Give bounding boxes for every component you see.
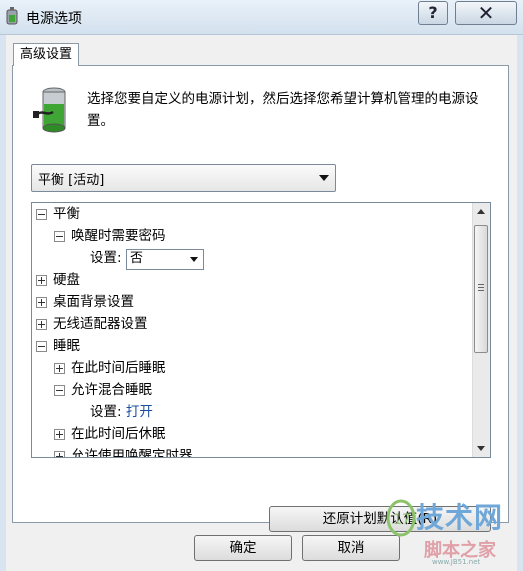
tree-item-password-setting: 设置: 否 (90, 247, 230, 270)
close-button[interactable]: ✕ (455, 1, 517, 25)
grip-line (478, 287, 484, 288)
collapse-icon[interactable] (54, 385, 65, 396)
scrollbar-thumb[interactable] (474, 225, 488, 353)
grip-line (478, 284, 484, 285)
power-settings-tree[interactable]: 平衡 唤醒时需要密码 设置: 否 硬盘 桌面背景设置 无线适配器设置 睡眠 在此… (31, 202, 491, 458)
cancel-button[interactable]: 取消 (302, 535, 400, 561)
power-options-app-icon (6, 7, 18, 25)
collapse-icon[interactable] (54, 231, 65, 242)
expand-icon[interactable] (54, 451, 65, 457)
expand-icon[interactable] (36, 297, 47, 308)
dropdown-arrow-icon (319, 175, 329, 181)
tab-advanced-settings[interactable]: 高级设置 (13, 43, 80, 66)
advanced-settings-panel: 选择您要自定义的电源计划，然后选择您希望计算机管理的电源设置。 平衡 [活动] … (12, 65, 509, 532)
expand-icon[interactable] (36, 275, 47, 286)
collapse-icon[interactable] (36, 209, 47, 220)
help-button[interactable]: ? (418, 1, 448, 25)
setting-label: 设置: (90, 250, 122, 266)
password-setting-value: 否 (130, 251, 144, 266)
scroll-up-arrow-icon[interactable] (477, 209, 485, 214)
grip-line (478, 290, 484, 291)
scroll-down-arrow-icon[interactable] (477, 446, 485, 451)
setting-label: 设置: (90, 404, 122, 420)
password-setting-dropdown[interactable]: 否 (126, 249, 204, 270)
instruction-text: 选择您要自定义的电源计划，然后选择您希望计算机管理的电源设置。 (87, 91, 479, 129)
expand-icon[interactable] (36, 319, 47, 330)
dialog-client-area: 高级设置 选择您要自定义的电源计划，然后选择您希望计算机管理的电源设置。 平衡 … (6, 35, 517, 571)
restore-defaults-button[interactable]: 还原计划默认值(R) (269, 506, 491, 532)
power-plan-value: 平衡 [活动] (38, 173, 105, 188)
collapse-icon[interactable] (36, 341, 47, 352)
window-title: 电源选项 (26, 11, 82, 27)
dropdown-arrow-icon (190, 257, 198, 262)
ok-button[interactable]: 确定 (194, 535, 292, 561)
title-bar: 电源选项 ? ✕ (0, 0, 523, 35)
tree-item-hybrid-sleep-setting: 设置: 打开 (90, 401, 153, 423)
expand-icon[interactable] (54, 363, 65, 374)
hybrid-sleep-value-link[interactable]: 打开 (126, 404, 153, 420)
expand-icon[interactable] (54, 429, 65, 440)
power-plan-dropdown[interactable]: 平衡 [活动] (31, 164, 336, 192)
vertical-scrollbar[interactable] (472, 203, 490, 457)
battery-plug-icon (33, 87, 66, 133)
